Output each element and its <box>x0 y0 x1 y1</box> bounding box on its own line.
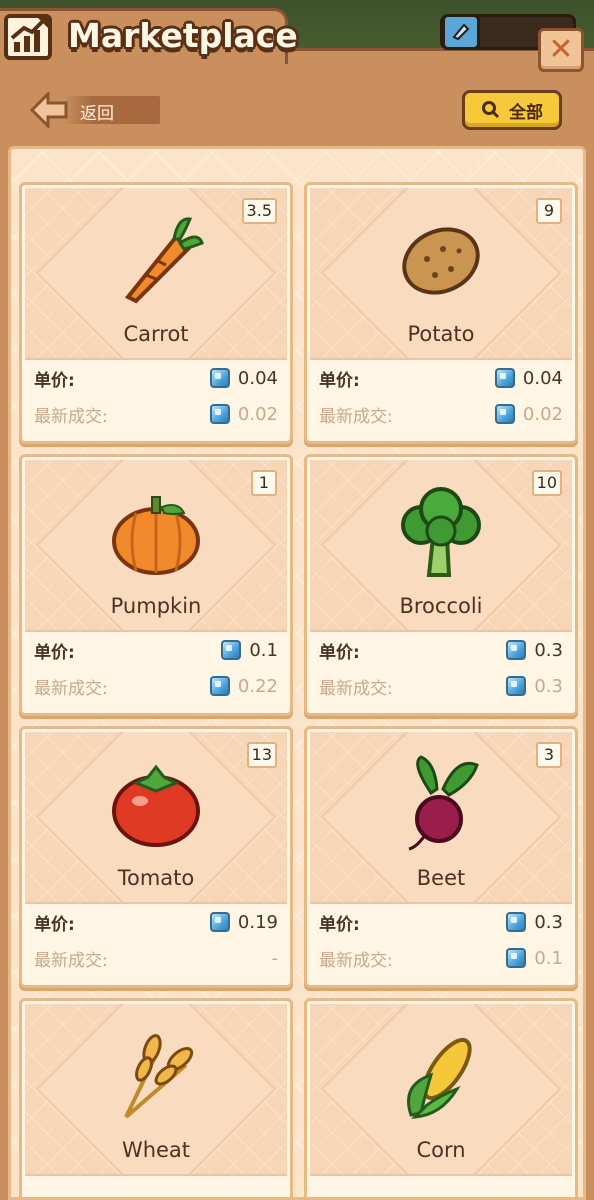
wheat-icon <box>101 1020 211 1130</box>
unit-price-label: 单价: <box>319 370 360 391</box>
unit-price-label: 单价: <box>34 370 75 391</box>
item-image-area: Wheat <box>25 1004 287 1176</box>
last-trade-label: 最新成交: <box>319 406 393 427</box>
unit-price-row: 单价: 0.1 <box>34 637 278 663</box>
item-name: Wheat <box>121 1138 191 1162</box>
last-trade-row: 最新成交: 0.3 <box>319 673 563 699</box>
last-trade-value: 0.22 <box>237 675 278 697</box>
item-name: Carrot <box>123 322 189 346</box>
item-name: Potato <box>407 322 475 346</box>
gem-icon <box>506 676 527 696</box>
back-arrow-icon <box>30 92 68 128</box>
last-trade-value: - <box>271 947 279 969</box>
quantity-badge: 13 <box>246 742 277 768</box>
unit-price-row: 单价: 0.3 <box>319 909 563 935</box>
page-title: Marketplace <box>68 16 298 55</box>
pumpkin-icon <box>101 476 211 586</box>
item-card-broccoli[interactable]: Broccoli 10 单价: 0.3 最新成交: 0.3 <box>304 454 578 716</box>
unit-price-value: 0.04 <box>237 367 278 389</box>
tomato-icon <box>101 748 211 858</box>
gem-icon <box>494 404 515 424</box>
back-button[interactable]: 返回 <box>30 92 160 128</box>
unit-price-value: 0.1 <box>249 639 278 661</box>
filter-all-button[interactable]: 全部 <box>462 90 562 130</box>
last-trade-row: 最新成交: 0.1 <box>319 945 563 971</box>
item-name: Broccoli <box>399 594 483 618</box>
unit-price-value: 0.04 <box>522 367 563 389</box>
item-image-area: Corn <box>310 1004 572 1176</box>
gem-currency-icon <box>442 14 480 50</box>
quantity-badge: 3 <box>536 742 562 768</box>
unit-price-value: 0.19 <box>237 911 278 933</box>
gem-icon <box>209 912 230 932</box>
unit-price-row: 单价: 0.04 <box>34 365 278 391</box>
quantity-badge: 1 <box>251 470 277 496</box>
gem-icon <box>209 676 230 696</box>
last-trade-label: 最新成交: <box>34 950 108 971</box>
quantity-badge: 3.5 <box>241 198 277 224</box>
unit-price-row: 单价: 0.19 <box>34 909 278 935</box>
gem-icon <box>221 640 242 660</box>
carrot-icon <box>101 204 211 314</box>
unit-price-row: 单价: 0.04 <box>319 365 563 391</box>
unit-price-label: 单价: <box>34 914 75 935</box>
last-trade-value: 0.02 <box>522 403 563 425</box>
last-trade-row: 最新成交: - <box>34 945 278 971</box>
search-icon <box>482 101 500 119</box>
trend-chart-icon <box>2 10 54 62</box>
back-label: 返回 <box>80 104 114 124</box>
gem-icon <box>506 948 527 968</box>
item-card-corn[interactable]: Corn <box>304 998 578 1197</box>
last-trade-row: 最新成交: 0.22 <box>34 673 278 699</box>
item-name: Beet <box>416 866 466 890</box>
item-name: Tomato <box>117 866 195 890</box>
last-trade-label: 最新成交: <box>34 406 108 427</box>
gem-icon <box>506 640 527 660</box>
last-trade-value: 0.3 <box>534 675 563 697</box>
item-grid: Carrot 3.5 单价: 0.04 最新成交: 0.02 Potato 9 … <box>8 146 586 1200</box>
quantity-badge: 10 <box>531 470 562 496</box>
unit-price-label: 单价: <box>34 642 75 663</box>
last-trade-label: 最新成交: <box>319 950 393 971</box>
last-trade-label: 最新成交: <box>319 678 393 699</box>
last-trade-row: 最新成交: 0.02 <box>319 401 563 427</box>
item-card-tomato[interactable]: Tomato 13 单价: 0.19 最新成交: - <box>19 726 293 988</box>
quantity-badge: 9 <box>536 198 562 224</box>
item-card-carrot[interactable]: Carrot 3.5 单价: 0.04 最新成交: 0.02 <box>19 182 293 444</box>
last-trade-row: 最新成交: 0.02 <box>34 401 278 427</box>
item-card-potato[interactable]: Potato 9 单价: 0.04 最新成交: 0.02 <box>304 182 578 444</box>
corn-icon <box>386 1020 496 1130</box>
item-name: Pumpkin <box>110 594 202 618</box>
unit-price-value: 0.3 <box>534 639 563 661</box>
item-image-area: Broccoli 10 <box>310 460 572 632</box>
potato-icon <box>386 204 496 314</box>
item-image-area: Beet 3 <box>310 732 572 904</box>
gem-icon <box>209 404 230 424</box>
item-image-area: Carrot 3.5 <box>25 188 287 360</box>
unit-price-label: 单价: <box>319 642 360 663</box>
item-card-wheat[interactable]: Wheat <box>19 998 293 1197</box>
item-name: Corn <box>416 1138 466 1162</box>
close-button[interactable]: ✕ <box>538 28 584 72</box>
item-card-beet[interactable]: Beet 3 单价: 0.3 最新成交: 0.1 <box>304 726 578 988</box>
filter-label: 全部 <box>509 102 543 123</box>
gem-icon <box>506 912 527 932</box>
last-trade-label: 最新成交: <box>34 678 108 699</box>
gem-icon <box>494 368 515 388</box>
item-image-area: Pumpkin 1 <box>25 460 287 632</box>
last-trade-value: 0.1 <box>534 947 563 969</box>
broccoli-icon <box>386 476 496 586</box>
unit-price-row: 单价: 0.3 <box>319 637 563 663</box>
item-card-pumpkin[interactable]: Pumpkin 1 单价: 0.1 最新成交: 0.22 <box>19 454 293 716</box>
last-trade-value: 0.02 <box>237 403 278 425</box>
gem-icon <box>209 368 230 388</box>
unit-price-value: 0.3 <box>534 911 563 933</box>
beet-icon <box>386 748 496 858</box>
item-image-area: Tomato 13 <box>25 732 287 904</box>
item-image-area: Potato 9 <box>310 188 572 360</box>
unit-price-label: 单价: <box>319 914 360 935</box>
close-icon: ✕ <box>548 32 574 67</box>
